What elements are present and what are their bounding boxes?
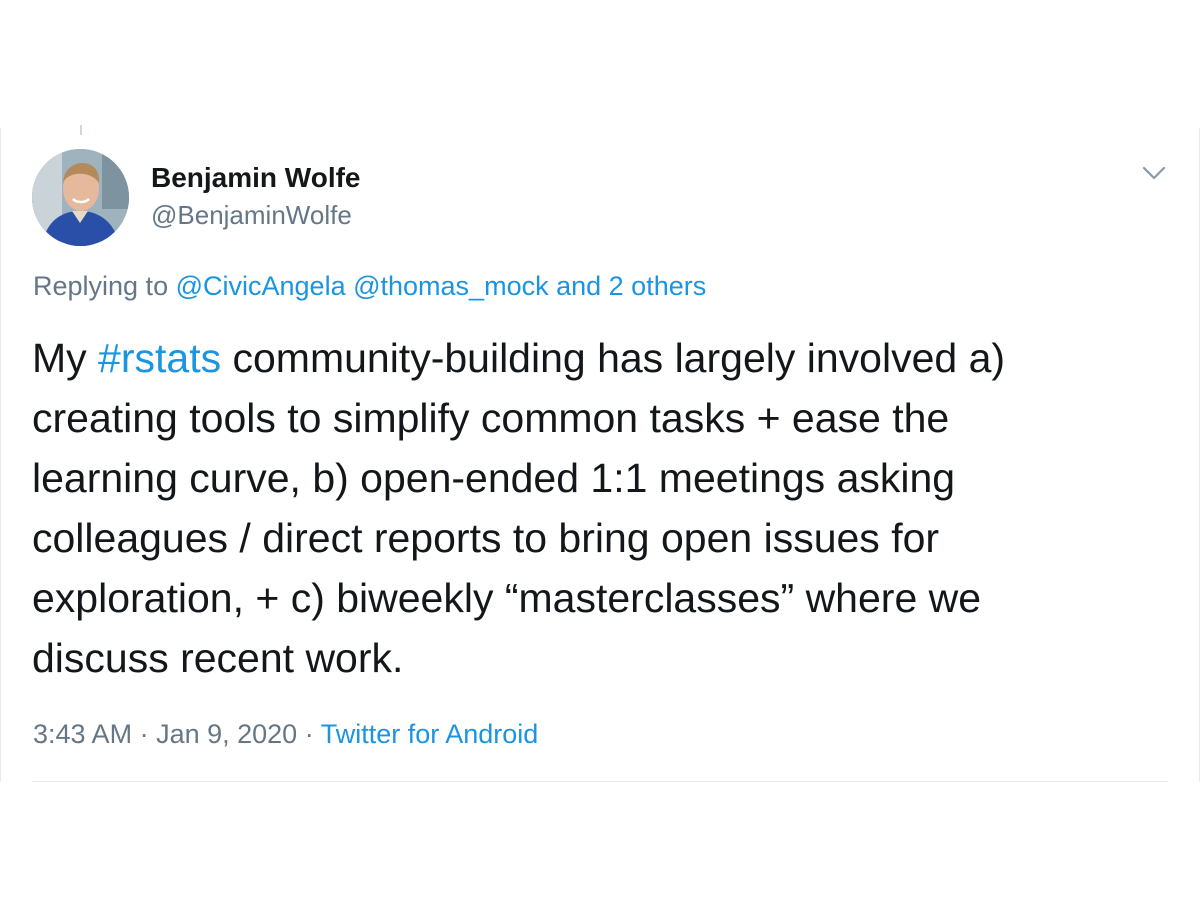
author-handle[interactable]: @BenjaminWolfe [151,198,352,232]
tweet-date[interactable]: Jan 9, 2020 [156,719,297,749]
author-avatar[interactable] [32,149,129,246]
author-name[interactable]: Benjamin Wolfe [151,160,361,196]
mention-civicangela[interactable]: @CivicAngela [176,271,346,301]
tweet-metadata: 3:43 AM · Jan 9, 2020 · Twitter for Andr… [33,716,538,752]
tweet-text-part: My [32,335,99,381]
replying-to: Replying to @CivicAngela @thomas_mock an… [33,268,706,304]
chevron-down-icon[interactable] [1140,162,1168,184]
tweet-line-5: exploration, + c) biweekly “masterclasse… [32,575,982,621]
tweet-line-6: discuss recent work. [32,635,404,681]
tweet-text: My #rstats community-building has largel… [32,328,1152,688]
tweet-page: Benjamin Wolfe @BenjaminWolfe Replying t… [0,0,1200,912]
thread-connector-line [80,125,82,135]
tweet-line-1: My #rstats community-building has largel… [32,328,1152,388]
meta-separator: · [132,719,157,749]
meta-separator: · [297,719,321,749]
tweet-line-2: creating tools to simplify common tasks … [32,395,950,441]
tweet-line-4: colleagues / direct reports to bring ope… [32,515,940,561]
mention-thomas-mock[interactable]: @thomas_mock [353,271,548,301]
tweet-time[interactable]: 3:43 AM [33,719,132,749]
tweet-left-border [0,128,1,782]
tweet-line-3: learning curve, b) open-ended 1:1 meetin… [32,455,956,501]
mention-others[interactable]: and 2 others [556,271,706,301]
tweet-source[interactable]: Twitter for Android [321,719,539,749]
replying-to-label: Replying to [33,271,169,301]
tweet-divider [32,781,1168,782]
tweet-text-part: community-building has largely involved … [221,335,1006,381]
hashtag-rstats[interactable]: #rstats [98,335,221,381]
